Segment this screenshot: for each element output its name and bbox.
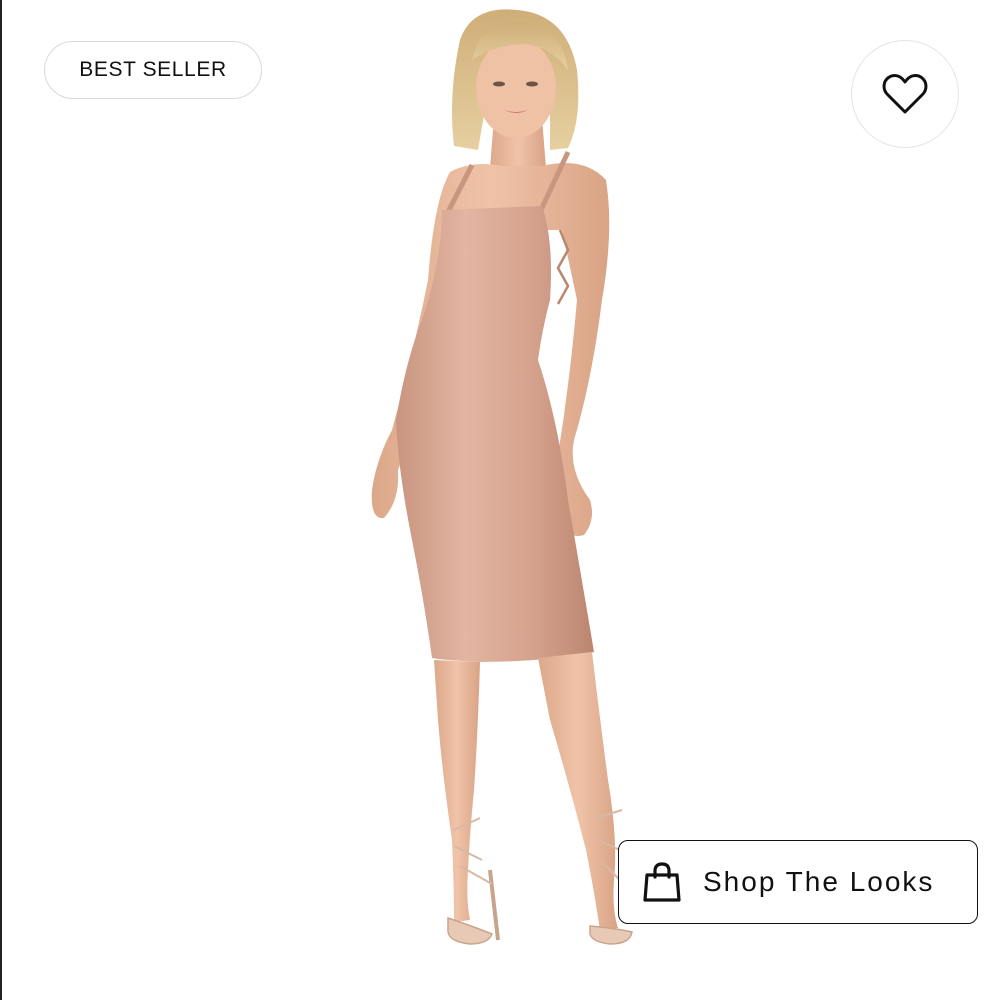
best-seller-label: BEST SELLER	[79, 58, 227, 81]
favorite-button[interactable]	[851, 40, 959, 148]
shop-the-looks-button[interactable]: Shop The Looks	[618, 840, 978, 924]
product-card: BEST SELLER Shop The Looks	[0, 0, 1000, 1000]
heart-outline-icon	[882, 74, 928, 114]
best-seller-badge: BEST SELLER	[44, 41, 262, 99]
shopping-bag-icon	[641, 861, 683, 903]
shop-the-looks-label: Shop The Looks	[703, 866, 935, 897]
